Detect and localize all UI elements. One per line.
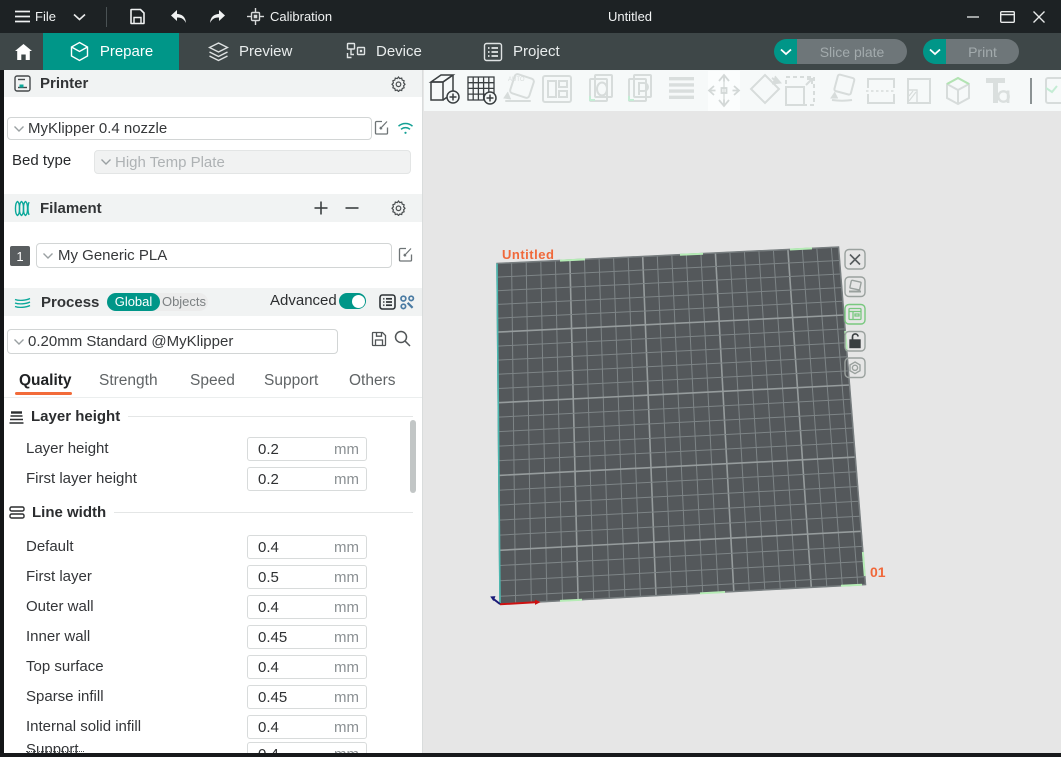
svg-text:01: 01 bbox=[870, 564, 886, 580]
svg-text:Untitled: Untitled bbox=[502, 247, 554, 262]
svg-text:AUTO: AUTO bbox=[508, 77, 525, 83]
